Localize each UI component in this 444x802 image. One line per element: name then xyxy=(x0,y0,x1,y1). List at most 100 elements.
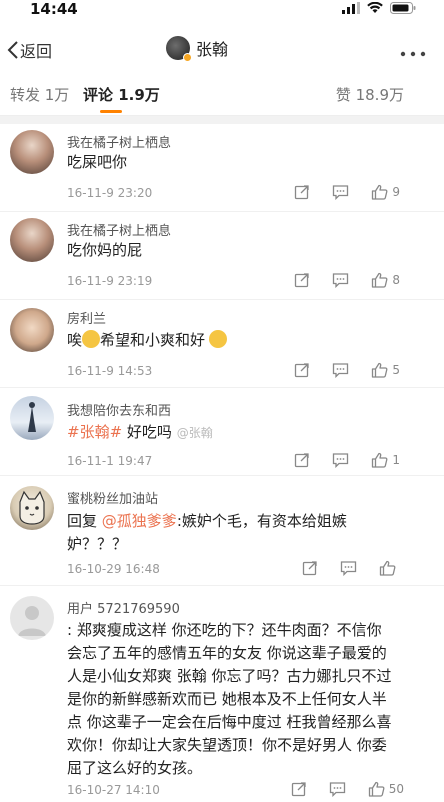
comment-item: 蜜桃粉丝加油站 回复 @孤独爹爹:嫉妒个毛，有资本给姐嫉 妒？？？ 16-10-… xyxy=(0,476,444,586)
avatar[interactable] xyxy=(10,308,54,352)
forward-button[interactable] xyxy=(294,272,310,288)
verified-badge-icon xyxy=(183,53,192,62)
comment-date: 16-11-9 23:19 xyxy=(67,274,153,288)
comment-text-line: 欢你！你却让大家失望透顶！你不是好男人 你委 xyxy=(67,736,387,754)
more-icon xyxy=(400,51,426,57)
avatar[interactable] xyxy=(10,486,54,530)
comment-item: 用户 5721769590 : 郑爽瘦成这样 你还吃的下？还牛肉面？不信你 会忘… xyxy=(0,586,444,802)
comment-username[interactable]: 蜜桃粉丝加油站 xyxy=(67,488,158,507)
avatar[interactable] xyxy=(10,218,54,262)
like-button[interactable]: 9 xyxy=(371,184,400,200)
tab-like[interactable]: 赞 18.9万 xyxy=(336,84,404,105)
avatar-figure-icon xyxy=(28,402,36,432)
forward-icon xyxy=(295,273,310,288)
active-tab-indicator xyxy=(100,110,122,113)
reply-button[interactable] xyxy=(332,452,349,468)
comment-username[interactable]: 我在橘子树上栖息 xyxy=(67,132,171,151)
comment-username[interactable]: 我在橘子树上栖息 xyxy=(67,220,171,239)
comment-text-line: : 郑爽瘦成这样 你还吃的下？还牛肉面？不信你 xyxy=(67,621,382,639)
forward-button[interactable] xyxy=(291,781,307,797)
comment-item: 我想陪你去东和西 #张翰# 好吃吗 @张翰 16-11-1 19:47 1 xyxy=(0,388,444,476)
thumbs-up-icon xyxy=(372,362,388,378)
comment-text: 回复 @孤独爹爹:嫉妒个毛，有资本给姐嫉 xyxy=(67,510,347,532)
tab-repost[interactable]: 转发 1万 xyxy=(10,84,69,105)
back-label: 返回 xyxy=(20,42,53,61)
comment-text-part: 好吃吗 xyxy=(122,423,172,441)
forward-icon xyxy=(295,363,310,378)
comment-actions: 1 xyxy=(294,452,400,468)
like-button[interactable]: 50 xyxy=(368,781,404,797)
comment-text: 吃你妈的屁 xyxy=(67,241,143,259)
topic-link[interactable]: #张翰# xyxy=(67,423,122,441)
like-button[interactable]: 1 xyxy=(371,452,400,468)
avatar[interactable] xyxy=(10,596,54,640)
comment-text-line: 人是小仙女郑爽 张翰 你忘了吗？古力娜扎只不过 xyxy=(67,667,392,685)
nav-bar: 返回 张翰 xyxy=(0,24,444,76)
wifi-icon xyxy=(367,2,383,13)
chevron-left-icon xyxy=(7,41,18,59)
watermark: @张翰 xyxy=(176,426,213,440)
comment-icon xyxy=(333,453,349,468)
avatar[interactable] xyxy=(10,130,54,174)
like-count: 5 xyxy=(392,363,400,377)
comment-text: 吃屎吧你 xyxy=(67,153,128,171)
forward-button[interactable] xyxy=(294,362,310,378)
forward-button[interactable] xyxy=(294,452,310,468)
comment-date: 16-11-9 14:53 xyxy=(67,364,153,378)
comment-date: 16-10-27 14:10 xyxy=(67,783,160,797)
tab-comment[interactable]: 评论 1.9万 xyxy=(83,84,160,105)
surprised-face-emoji-icon xyxy=(209,330,228,348)
sad-face-emoji-icon xyxy=(82,330,101,348)
comment-text-part: :嫉妒个毛，有资本给姐嫉 xyxy=(176,512,347,530)
comment-username[interactable]: 用户 5721769590 xyxy=(67,598,180,617)
comment-text: #张翰# 好吃吗 @张翰 xyxy=(67,421,213,444)
reply-button[interactable] xyxy=(340,560,357,576)
comment-actions: 50 xyxy=(291,781,404,797)
back-button[interactable]: 返回 xyxy=(6,38,52,62)
forward-icon xyxy=(295,185,310,200)
comment-actions: 9 xyxy=(294,184,400,200)
comment-text-line: 是你的新鲜感新欢而已 她根本及不上任何女人半 xyxy=(67,690,387,708)
comment-username[interactable]: 房利兰 xyxy=(67,308,106,327)
comment-username[interactable]: 我想陪你去东和西 xyxy=(67,400,171,419)
more-options-button[interactable] xyxy=(400,38,426,62)
signal-icon xyxy=(342,2,360,14)
like-count: 1 xyxy=(392,453,400,467)
like-button[interactable]: 5 xyxy=(371,362,400,378)
comment-text-line: 屈了这么好的女孩。 xyxy=(67,759,203,777)
comment-item: 我在橘子树上栖息 吃屎吧你 16-11-9 23:20 9 xyxy=(0,124,444,212)
comment-text: 唉希望和小爽和好 xyxy=(67,329,228,351)
mention-link[interactable]: @孤独爹爹 xyxy=(102,512,177,530)
thumbs-up-icon xyxy=(372,184,388,200)
comment-actions xyxy=(302,560,400,576)
default-avatar-icon xyxy=(18,606,46,636)
thumbs-up-icon xyxy=(372,452,388,468)
divider xyxy=(0,116,444,124)
comment-icon xyxy=(340,561,357,576)
reply-button[interactable] xyxy=(332,362,349,378)
comment-actions: 8 xyxy=(294,272,400,288)
comment-item: 我在橘子树上栖息 吃你妈的屁 16-11-9 23:19 8 xyxy=(0,212,444,300)
forward-button[interactable] xyxy=(294,184,310,200)
avatar xyxy=(166,36,192,62)
page-title: 张翰 xyxy=(196,40,229,59)
like-button[interactable]: 8 xyxy=(371,272,400,288)
avatar-cat-icon xyxy=(19,490,45,525)
thumbs-up-icon xyxy=(379,560,396,576)
reply-button[interactable] xyxy=(332,184,349,200)
comment-text: 妒？？？ xyxy=(67,535,128,553)
avatar[interactable] xyxy=(10,396,54,440)
forward-icon xyxy=(295,453,310,468)
reply-button[interactable] xyxy=(329,781,346,797)
comment-icon xyxy=(329,782,345,797)
nav-title[interactable]: 张翰 xyxy=(166,36,229,62)
forward-icon xyxy=(291,782,306,797)
like-count: 8 xyxy=(392,273,400,287)
like-count: 9 xyxy=(392,185,400,199)
comment-item: 房利兰 唉希望和小爽和好 16-11-9 14:53 5 xyxy=(0,300,444,388)
comment-actions: 5 xyxy=(294,362,400,378)
forward-button[interactable] xyxy=(302,560,318,576)
reply-button[interactable] xyxy=(332,272,349,288)
comment-date: 16-11-9 23:20 xyxy=(67,186,153,200)
like-button[interactable] xyxy=(379,560,400,576)
